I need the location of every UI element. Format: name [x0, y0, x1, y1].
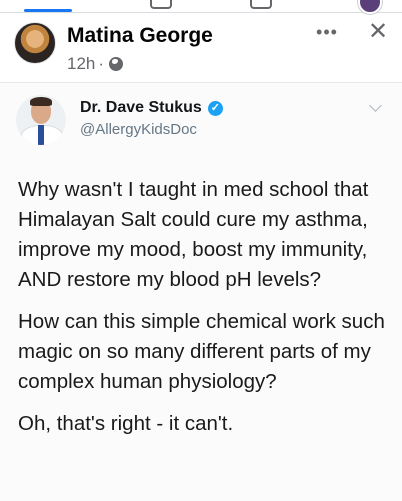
tweet-author-name-text: Dr. Dave Stukus — [80, 99, 202, 116]
tweet-body: Why wasn't I taught in med school that H… — [18, 175, 390, 451]
nav-tab-icon[interactable] — [250, 0, 272, 9]
post-meta: 12h · — [67, 54, 124, 74]
tweet-author-avatar — [16, 95, 66, 145]
tweet-handle: @AllergyKidsDoc — [80, 121, 197, 138]
post-header: Matina George 12h · ••• ✕ — [0, 14, 402, 80]
author-avatar[interactable] — [14, 22, 56, 64]
verified-badge-icon: ✓ — [207, 100, 223, 116]
tweet-paragraph: Oh, that's right - it can't. — [18, 412, 234, 435]
chevron-down-icon — [369, 99, 382, 112]
active-tab-indicator — [24, 9, 72, 12]
profile-avatar[interactable] — [358, 0, 382, 14]
embedded-tweet-image[interactable]: Dr. Dave Stukus ✓ @AllergyKidsDoc Why wa… — [0, 82, 402, 501]
tweet-author-name: Dr. Dave Stukus ✓ — [80, 99, 223, 117]
close-icon[interactable]: ✕ — [366, 20, 390, 44]
tweet-paragraph: How can this simple chemical work such m… — [18, 310, 385, 393]
meta-separator: · — [98, 54, 105, 73]
globe-icon — [109, 57, 124, 71]
post-time[interactable]: 12h — [67, 54, 95, 74]
nav-tab-icon[interactable] — [150, 0, 172, 9]
tweet-paragraph: Why wasn't I taught in med school that H… — [18, 178, 369, 291]
top-navigation-bar — [0, 0, 402, 14]
author-name[interactable]: Matina George — [67, 24, 213, 48]
more-horizontal-icon[interactable]: ••• — [314, 23, 340, 41]
